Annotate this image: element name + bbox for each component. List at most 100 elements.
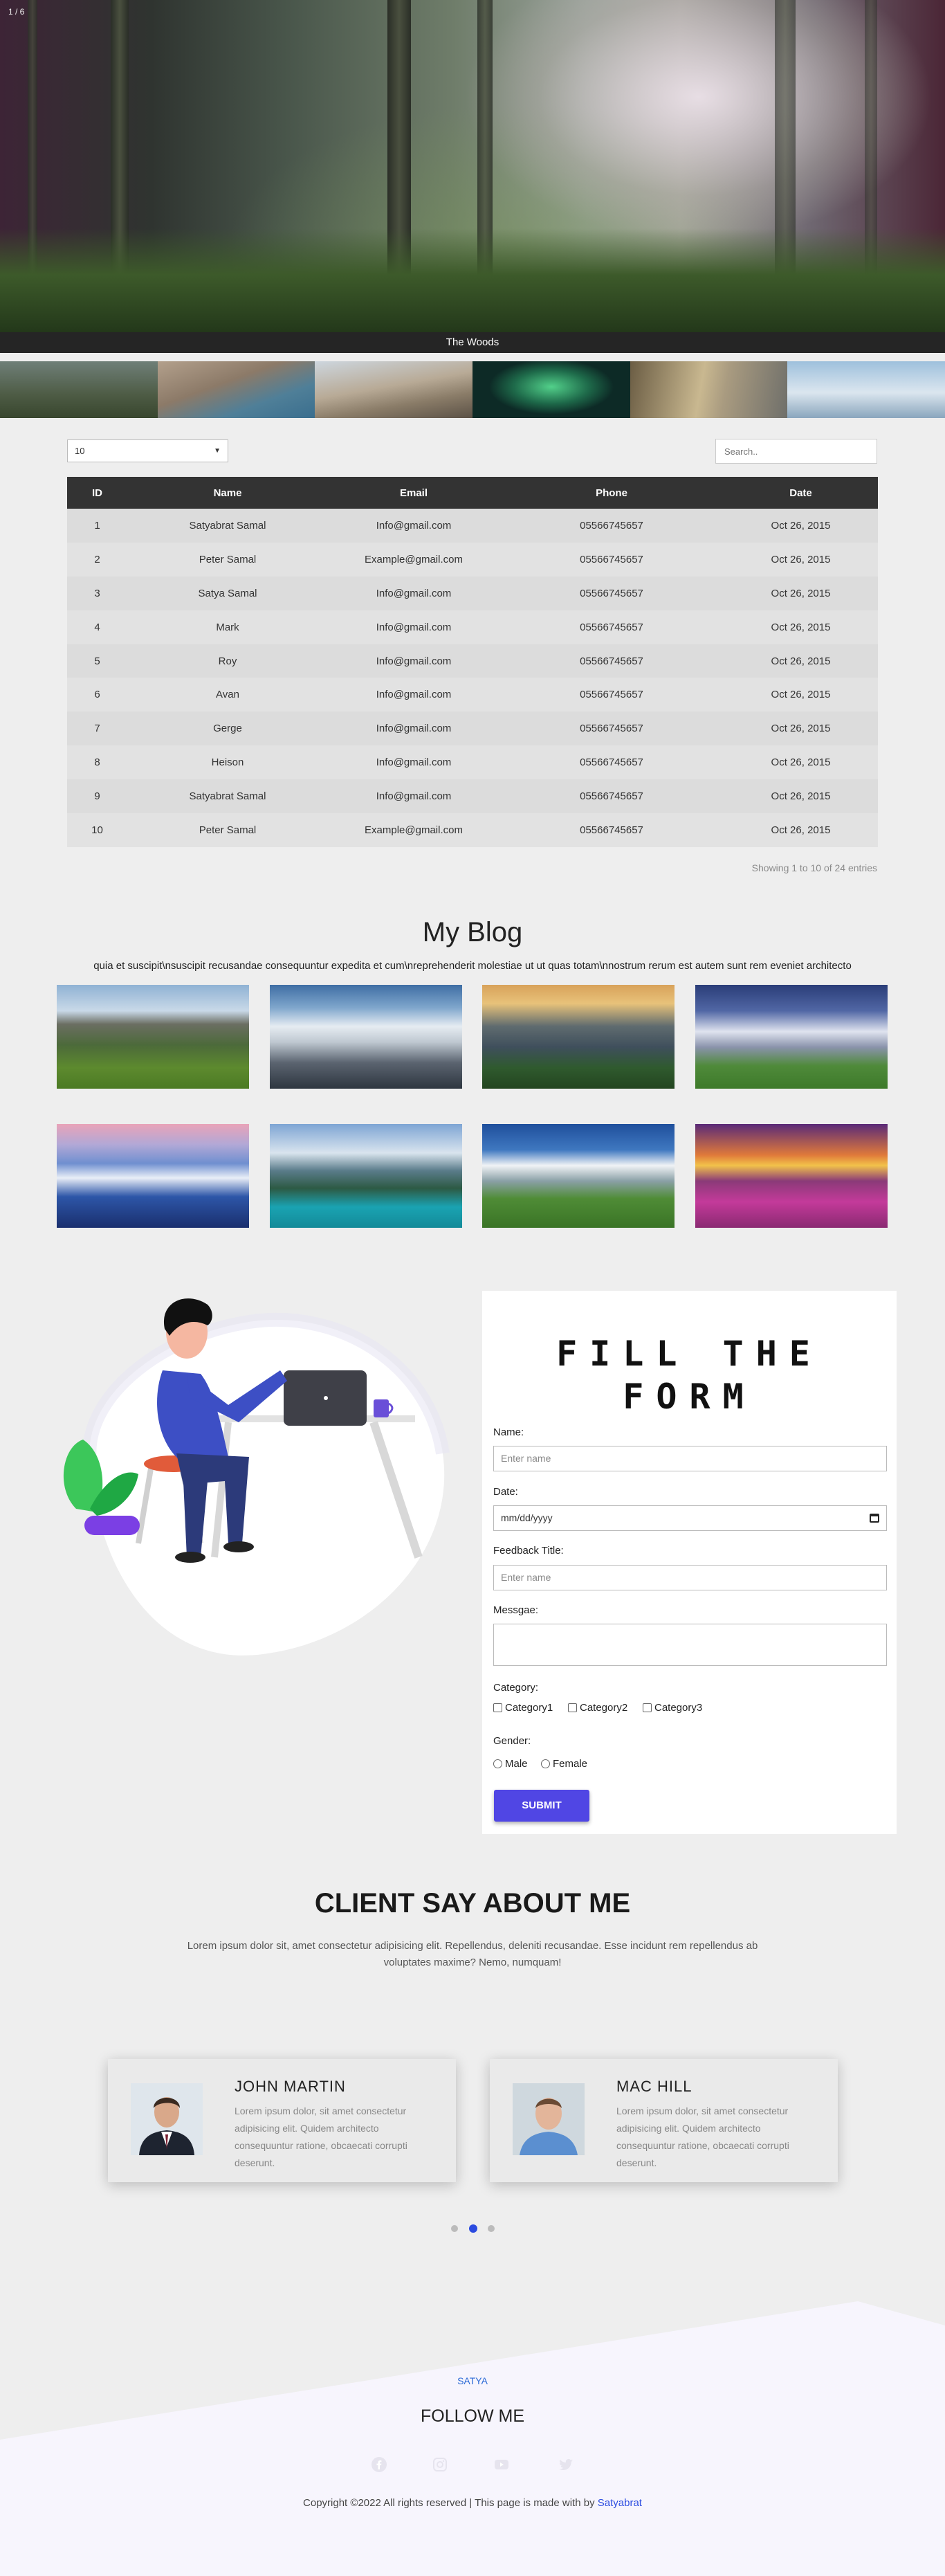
blog-image-alpine-meadow[interactable] [695,985,888,1089]
cell-email: Info@gmail.com [376,790,452,803]
search-input[interactable] [715,439,877,464]
cell-date: Oct 26, 2015 [771,824,831,836]
thumbnail-desert[interactable] [315,361,473,418]
category2-label: Category2 [580,1702,628,1714]
slideshow[interactable]: 1 / 6 The Woods [0,0,945,353]
carousel-dot-1[interactable] [451,2225,458,2232]
cell-id: 1 [94,519,100,532]
radio-circle[interactable] [541,1759,550,1768]
category2-checkbox[interactable]: Category2 [568,1702,627,1714]
cell-id: 2 [94,553,100,565]
checkbox-box[interactable] [568,1703,577,1712]
table-row[interactable]: 2 Peter Samal Example@gmail.com 05566745657… [67,542,878,577]
thumbnail-strip [0,361,945,418]
carousel-dot-3[interactable] [488,2225,495,2232]
twitter-icon[interactable] [558,2456,574,2473]
table-row[interactable]: 5 Roy Info@gmail.com 05566745657 Oct 26, 201… [67,644,878,678]
thumbnail-aurora[interactable] [472,361,630,418]
cell-email: Info@gmail.com [376,519,452,532]
category-label: Category: [493,1682,539,1694]
name-label: Name: [493,1426,524,1438]
blog-image-green-mountain[interactable] [57,985,249,1089]
date-placeholder: mm/dd/yyyy [501,1512,553,1523]
footer-brand[interactable]: SATYA [0,2375,945,2386]
male-label: Male [505,1758,528,1770]
gender-label: Gender: [493,1735,531,1747]
cell-date: Oct 26, 2015 [771,790,831,803]
copyright: Copyright ©2022 All rights reserved | Th… [0,2497,945,2509]
blog-image-volcano[interactable] [482,1124,675,1228]
date-input[interactable]: mm/dd/yyyy [493,1505,887,1531]
entries-select[interactable]: 10 ▼ [67,439,228,462]
cell-email: Example@gmail.com [365,824,463,836]
instagram-icon[interactable] [432,2456,448,2473]
column-header-id[interactable]: ID [67,477,127,509]
table-row[interactable]: 10 Peter Samal Example@gmail.com 0556674565… [67,813,878,847]
youtube-icon[interactable] [493,2456,510,2473]
cell-date: Oct 26, 2015 [771,553,831,565]
cell-phone: 05566745657 [580,689,643,701]
cell-id: 7 [94,723,100,735]
calendar-icon[interactable] [870,1514,879,1523]
blog-image-lake[interactable] [270,1124,462,1228]
cell-date: Oct 26, 2015 [771,519,831,532]
cell-name: Satyabrat Samal [189,519,266,532]
date-label: Date: [493,1486,518,1498]
cell-name: Satya Samal [198,587,257,599]
table-row[interactable]: 6 Avan Info@gmail.com 05566745657 Oct 26, 20… [67,678,878,712]
female-radio[interactable]: Female [541,1758,587,1770]
carousel-dot-2[interactable] [469,2224,477,2233]
category3-checkbox[interactable]: Category3 [643,1702,702,1714]
cell-name: Peter Samal [199,553,257,565]
author-link[interactable]: Satyabrat [598,2497,642,2509]
facebook-icon[interactable] [371,2456,387,2473]
blog-image-snow-peaks[interactable] [270,985,462,1089]
blog-image-sunset-valley[interactable] [482,985,675,1089]
client-text: Lorem ipsum dolor, sit amet consectetur … [235,2105,407,2168]
cell-email: Info@gmail.com [376,655,452,667]
thumbnail-valley[interactable] [630,361,788,418]
cell-phone: 05566745657 [580,756,643,769]
table-row[interactable]: 7 Gerge Info@gmail.com 05566745657 Oct 26, 2… [67,711,878,746]
cell-id: 6 [94,689,100,701]
thumbnail-woods[interactable] [0,361,158,418]
testimonial-card[interactable]: MAC HILL Lorem ipsum dolor, sit amet con… [490,2059,838,2182]
table-row[interactable]: 8 Heison Info@gmail.com 05566745657 Oct 26, … [67,745,878,780]
chevron-down-icon: ▼ [214,447,221,455]
column-header-email[interactable]: Email [328,477,499,509]
cell-email: Info@gmail.com [376,756,452,769]
table-row[interactable]: 1 Satyabrat Samal Info@gmail.com 0556674565… [67,509,878,543]
cell-id: 3 [94,587,100,599]
client-photo-john [131,2083,203,2155]
name-input[interactable]: Enter name [493,1446,887,1471]
checkbox-box[interactable] [493,1703,502,1712]
category1-checkbox[interactable]: Category1 [493,1702,553,1714]
blog-image-pink-sky[interactable] [57,1124,249,1228]
feedback-title-input[interactable]: Enter name [493,1565,887,1590]
column-header-name[interactable]: Name [127,477,328,509]
table-row[interactable]: 3 Satya Samal Info@gmail.com 05566745657 Oct… [67,576,878,610]
cell-phone: 05566745657 [580,587,643,599]
cell-name: Satyabrat Samal [189,790,266,803]
radio-circle[interactable] [493,1759,502,1768]
male-radio[interactable]: Male [493,1758,528,1770]
checkbox-box[interactable] [643,1703,652,1712]
message-textarea[interactable] [493,1624,887,1666]
cell-name: Mark [216,621,239,633]
column-header-date[interactable]: Date [724,477,878,509]
thumbnail-mountains[interactable] [787,361,945,418]
blog-image-flower-sunset[interactable] [695,1124,888,1228]
cell-phone: 05566745657 [580,519,643,532]
thumbnail-cliffs[interactable] [157,361,315,418]
testimonial-card[interactable]: JOHN MARTIN Lorem ipsum dolor, sit amet … [108,2059,456,2182]
submit-button[interactable]: SUBMIT [494,1790,589,1822]
table-row[interactable]: 9 Satyabrat Samal Info@gmail.com 0556674565… [67,779,878,814]
table-row[interactable]: 4 Mark Info@gmail.com 05566745657 Oct 26, 20… [67,610,878,644]
cell-phone: 05566745657 [580,723,643,735]
table-header-row: ID Name Email Phone Date [67,477,878,509]
cell-id: 9 [94,790,100,803]
cell-email: Info@gmail.com [376,621,452,633]
category3-label: Category3 [654,1702,703,1714]
name-placeholder: Enter name [501,1453,551,1464]
column-header-phone[interactable]: Phone [499,477,724,509]
